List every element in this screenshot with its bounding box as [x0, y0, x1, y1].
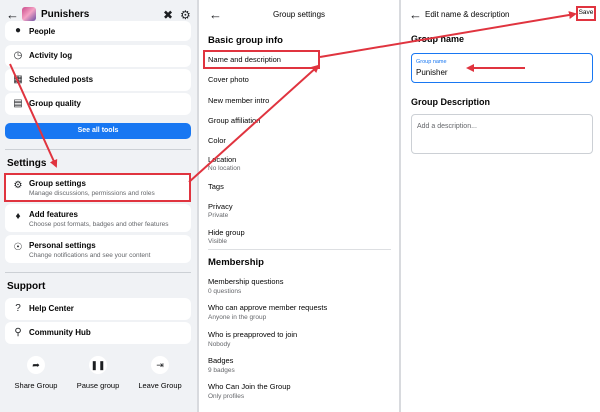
location-value: No location: [208, 165, 241, 172]
badges-item[interactable]: Badges: [208, 356, 233, 365]
page-title: Group settings: [272, 10, 326, 19]
description-placeholder: Add a description...: [417, 123, 477, 130]
page-title: Edit name & description: [425, 10, 510, 19]
pause-icon: ❚❚: [89, 356, 107, 374]
group-name-field[interactable]: Group name Punisher: [411, 53, 593, 83]
see-all-tools-button[interactable]: See all tools: [5, 123, 191, 139]
approve-requests-value: Anyone in the group: [208, 314, 267, 321]
hide-group-value: Visible: [208, 238, 228, 245]
people-row[interactable]: ● People: [5, 21, 191, 41]
group-admin-panel: ← Punishers ✖ ⚙ ● People ◷ Activity log …: [0, 0, 197, 412]
add-features-row[interactable]: ♦ Add features Choose post formats, badg…: [5, 204, 191, 232]
preapproved-item[interactable]: Who is preapproved to join: [208, 330, 297, 339]
leave-group-button[interactable]: ⇥ Leave Group: [132, 356, 188, 390]
group-avatar: [22, 7, 36, 21]
group-description-heading: Group Description: [411, 97, 491, 107]
pause-group-button[interactable]: ❚❚ Pause group: [70, 356, 126, 390]
new-member-intro-item[interactable]: New member intro: [208, 96, 269, 105]
approve-requests-item[interactable]: Who can approve member requests: [208, 303, 327, 312]
membership-heading: Membership: [208, 257, 264, 268]
highlight-group-settings: [4, 173, 191, 202]
scheduled-posts-row[interactable]: ▦ Scheduled posts: [5, 69, 191, 91]
clock-icon: ◷: [13, 50, 23, 61]
support-heading: Support: [7, 281, 46, 292]
group-name-heading: Group name: [411, 34, 465, 44]
personal-settings-icon: ☉: [13, 242, 23, 253]
color-item[interactable]: Color: [208, 136, 226, 145]
calendar-icon: ▦: [13, 74, 23, 85]
edit-name-panel: ← Edit name & description Save Group nam…: [401, 0, 600, 412]
back-arrow-icon[interactable]: ←: [6, 8, 19, 21]
help-center-row[interactable]: ? Help Center: [5, 298, 191, 320]
community-hub-row[interactable]: ⚲ Community Hub: [5, 322, 191, 344]
cover-photo-item[interactable]: Cover photo: [208, 75, 249, 84]
location-item[interactable]: Location: [208, 155, 236, 164]
description-field[interactable]: Add a description...: [411, 114, 593, 154]
hide-group-item[interactable]: Hide group: [208, 228, 245, 237]
group-title: Punishers: [41, 9, 90, 20]
share-group-button[interactable]: ➦ Share Group: [8, 356, 64, 390]
group-name-label: Group name: [416, 59, 447, 65]
group-name-value[interactable]: Punisher: [416, 68, 448, 77]
divider: [5, 149, 191, 150]
gear-icon[interactable]: ⚙: [180, 8, 191, 22]
personal-settings-row[interactable]: ☉ Personal settings Change notifications…: [5, 235, 191, 263]
highlight-save: [576, 6, 596, 21]
who-can-join-value: Only profiles: [208, 393, 245, 400]
highlight-name-and-description: [203, 50, 320, 69]
clipboard-icon: ▤: [13, 98, 23, 109]
who-can-join-item[interactable]: Who Can Join the Group: [208, 382, 291, 391]
divider: [208, 249, 391, 250]
leave-icon: ⇥: [151, 356, 169, 374]
privacy-value: Private: [208, 212, 229, 219]
privacy-item[interactable]: Privacy: [208, 202, 233, 211]
group-quality-row[interactable]: ▤ Group quality: [5, 93, 191, 115]
membership-questions-value: 0 questions: [208, 288, 242, 295]
question-icon: ?: [15, 303, 21, 314]
back-arrow-icon[interactable]: ←: [409, 8, 422, 21]
divider: [5, 272, 191, 273]
activity-log-row[interactable]: ◷ Activity log: [5, 45, 191, 67]
group-affiliation-item[interactable]: Group affiliation: [208, 116, 260, 125]
membership-questions-item[interactable]: Membership questions: [208, 277, 283, 286]
badges-value: 9 badges: [208, 367, 235, 374]
settings-heading: Settings: [7, 158, 47, 169]
lightbulb-icon: ⚲: [14, 327, 22, 338]
features-icon: ♦: [15, 211, 21, 222]
share-icon: ➦: [27, 356, 45, 374]
basic-group-info-heading: Basic group info: [208, 35, 283, 46]
tags-item[interactable]: Tags: [208, 182, 224, 191]
preapproved-value: Nobody: [208, 341, 231, 348]
tools-icon[interactable]: ✖: [163, 8, 173, 22]
people-icon: ●: [14, 25, 22, 36]
